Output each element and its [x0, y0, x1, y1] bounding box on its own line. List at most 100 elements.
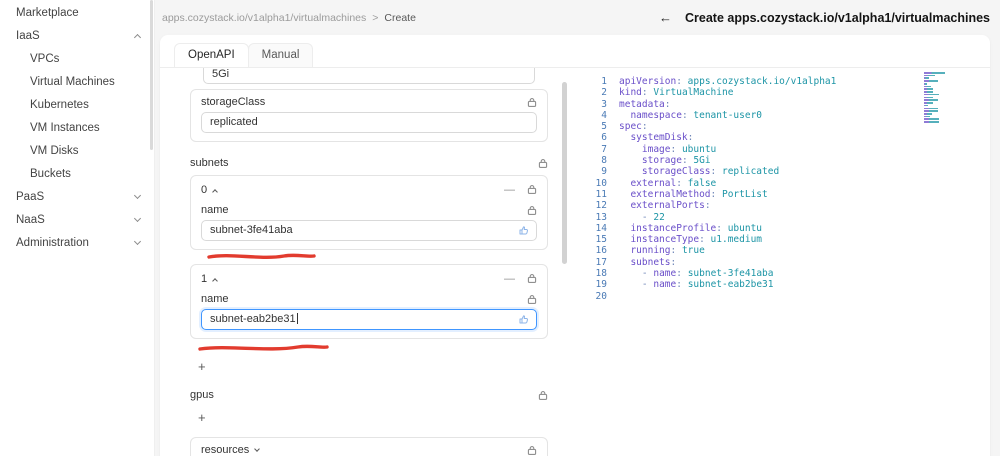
- sidebar-item-label: Marketplace: [16, 6, 79, 19]
- app-screen: Marketplace IaaS VPCs Virtual Machines Kuber…: [0, 0, 1000, 456]
- storage-value: 5Gi: [212, 68, 230, 80]
- lock-icon: [527, 97, 537, 108]
- sidebar-item-label: Buckets: [30, 167, 71, 180]
- create-form-card: OpenAPI Manual 5Gi storageClass replicat…: [160, 35, 990, 456]
- code-line-content: storage: 5Gi: [641, 155, 711, 167]
- minimap-line: [924, 82, 927, 85]
- minimap-line: [924, 72, 945, 74]
- line-number: 20: [595, 290, 607, 302]
- lock-icon: [538, 158, 548, 169]
- code-line-content: subnets:: [630, 256, 677, 268]
- sidebar-item-vpcs[interactable]: VPCs: [0, 47, 154, 70]
- sidebar-item-vm-disks[interactable]: VM Disks: [0, 139, 154, 162]
- code-line: 16 running: true: [583, 245, 990, 256]
- minimap-line: [924, 93, 940, 96]
- subnet-1-name-value: subnet-eab2be31: [210, 313, 296, 325]
- sidebar-item-buckets[interactable]: Buckets: [0, 162, 154, 185]
- subnet-item-0-index: 0: [201, 183, 208, 196]
- yaml-editor[interactable]: 1 apiVersion: apps.cozystack.io/v1alpha1 2…: [567, 68, 990, 456]
- lock-icon: [538, 390, 548, 401]
- line-number: 12: [595, 200, 607, 212]
- sidebar-item-iaas[interactable]: IaaS: [0, 24, 154, 47]
- minimap-line: [924, 107, 938, 110]
- lock-icon: [527, 184, 537, 195]
- subnet-item-1-toggle[interactable]: 1: [201, 272, 218, 285]
- line-number: 18: [595, 268, 607, 280]
- chevron-up-icon: [133, 33, 142, 42]
- storage-input-partial[interactable]: 5Gi: [203, 68, 535, 84]
- line-number: 8: [601, 155, 607, 167]
- sidebar-item-label: IaaS: [16, 29, 40, 42]
- line-number: 9: [601, 166, 607, 178]
- minimap-line: [924, 96, 934, 99]
- line-number: 11: [595, 188, 607, 200]
- sidebar-item-paas[interactable]: PaaS: [0, 185, 154, 208]
- sidebar-item-label: Virtual Machines: [30, 75, 115, 88]
- sidebar-item-naas[interactable]: NaaS: [0, 208, 154, 231]
- add-gpu-button[interactable]: +: [190, 410, 210, 425]
- subnet-1-name-input[interactable]: subnet-eab2be31: [201, 309, 537, 330]
- chevron-down-icon: [133, 191, 142, 199]
- text-caret: [296, 313, 298, 324]
- sidebar-item-administration[interactable]: Administration: [0, 231, 154, 254]
- sidebar-item-label: NaaS: [16, 213, 45, 226]
- minimap-line: [924, 113, 933, 115]
- breadcrumb-root-link[interactable]: apps.cozystack.io/v1alpha1/virtualmachin…: [162, 12, 366, 24]
- remove-item-button[interactable]: —: [504, 184, 515, 195]
- subnet-item-0-toggle[interactable]: 0: [201, 183, 218, 196]
- minimap-line: [924, 91, 933, 93]
- code-line-content: storageClass: replicated: [641, 166, 780, 178]
- line-number: 5: [601, 121, 607, 133]
- storageclass-input[interactable]: replicated: [201, 112, 537, 133]
- form-column: 5Gi storageClass replicated subnets 0 — …: [174, 68, 548, 456]
- editor-minimap[interactable]: [924, 72, 950, 127]
- page-title: Create apps.cozystack.io/v1alpha1/virtua…: [685, 10, 990, 25]
- code-line-content: instanceType: u1.medium: [630, 234, 763, 246]
- minimap-line: [924, 118, 939, 121]
- add-subnet-button[interactable]: +: [190, 359, 210, 374]
- line-number: 7: [601, 143, 607, 155]
- code-line-content: metadata:: [619, 98, 671, 110]
- breadcrumb-current: Create: [384, 11, 416, 24]
- lock-icon: [527, 273, 537, 284]
- sidebar-item-vm-instances[interactable]: VM Instances: [0, 116, 154, 139]
- code-line-content: externalPorts:: [630, 200, 711, 212]
- code-line: 11 externalMethod: PortList: [583, 189, 990, 200]
- thumbs-up-icon[interactable]: [518, 314, 530, 329]
- code-line-content: systemDisk:: [630, 132, 694, 144]
- code-line-content: instanceProfile: ubuntu: [630, 222, 763, 234]
- subnet-item-1: 1 — name subnet-eab2be31: [190, 264, 548, 339]
- code-line: 15 instanceType: u1.medium: [583, 234, 990, 245]
- sidebar-item-kubernetes[interactable]: Kubernetes: [0, 93, 154, 116]
- sidebar-scrollbar[interactable]: [150, 0, 153, 150]
- sidebar-item-label: Kubernetes: [30, 98, 89, 111]
- minimap-line: [924, 88, 934, 90]
- line-number: 14: [595, 222, 607, 234]
- lock-icon: [527, 294, 537, 305]
- chevron-up-icon: [212, 188, 218, 195]
- subnet-item-1-index: 1: [201, 272, 208, 285]
- sidebar-item-marketplace[interactable]: Marketplace: [0, 1, 154, 24]
- gpus-label: gpus: [190, 389, 214, 401]
- sidebar-item-label: VPCs: [30, 52, 60, 65]
- thumbs-up-icon[interactable]: [518, 225, 530, 240]
- minimap-line: [924, 121, 939, 123]
- storageclass-label: storageClass: [201, 96, 266, 108]
- subnet-0-name-label: name: [201, 204, 229, 216]
- remove-item-button[interactable]: —: [504, 273, 515, 284]
- back-arrow-icon[interactable]: ←: [659, 10, 672, 25]
- resources-collapse[interactable]: resources: [190, 437, 548, 456]
- line-number: 15: [595, 234, 607, 246]
- tab-manual[interactable]: Manual: [247, 43, 314, 67]
- sidebar-item-label: Administration: [16, 236, 89, 249]
- breadcrumb: apps.cozystack.io/v1alpha1/virtualmachin…: [162, 12, 416, 24]
- minimap-line: [924, 99, 939, 101]
- minimap-line: [924, 110, 938, 112]
- subnet-0-name-input[interactable]: subnet-3fe41aba: [201, 220, 537, 241]
- tab-openapi[interactable]: OpenAPI: [174, 43, 249, 67]
- line-number: 1: [601, 76, 607, 87]
- code-line: 12 externalPorts:: [583, 200, 990, 211]
- lock-icon: [527, 445, 537, 456]
- storageclass-value: replicated: [210, 116, 258, 128]
- sidebar-item-virtual-machines[interactable]: Virtual Machines: [0, 70, 154, 93]
